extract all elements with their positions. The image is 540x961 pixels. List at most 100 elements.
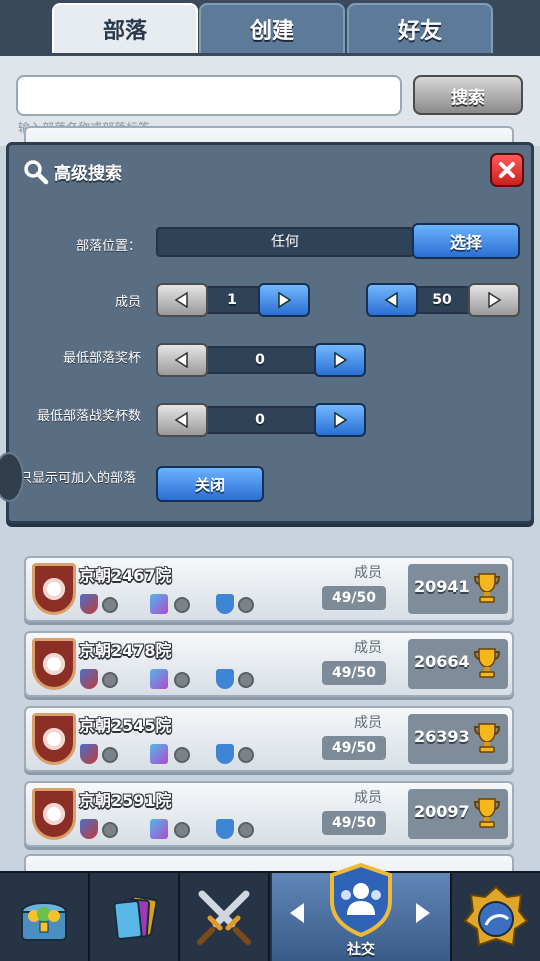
events-icon bbox=[463, 885, 529, 947]
arrow-right-icon bbox=[278, 291, 292, 309]
arrow-left-icon bbox=[384, 291, 398, 309]
trophy-box: 20941 bbox=[408, 564, 508, 614]
arrow-left-icon bbox=[174, 411, 188, 429]
clan-name: 京朝2591院 bbox=[79, 791, 172, 810]
min-war-trophies-value: 0 bbox=[255, 412, 265, 428]
friends-icon bbox=[216, 819, 234, 839]
cards-icon bbox=[113, 895, 158, 940]
members-max-decrease-button[interactable] bbox=[366, 283, 418, 317]
trophy-icon bbox=[474, 573, 500, 603]
trophy-icon bbox=[474, 648, 500, 678]
members-min-increase-button[interactable] bbox=[258, 283, 310, 317]
members-filter-label: 成员 bbox=[114, 295, 141, 310]
tab-friends[interactable]: 好友 bbox=[347, 3, 493, 53]
clan-card[interactable]: 京朝2591院 成员 49/50 20097 bbox=[24, 781, 514, 847]
status-dot-icon bbox=[102, 672, 118, 688]
min-war-trophies-decrease-button[interactable] bbox=[156, 403, 208, 437]
status-dot-icon bbox=[174, 672, 190, 688]
nav-cards[interactable] bbox=[90, 873, 180, 961]
location-label: 部落位置： bbox=[75, 239, 141, 254]
clan-trophies: 26393 bbox=[414, 727, 470, 746]
min-trophies-value: 0 bbox=[255, 352, 265, 368]
members-min-decrease-button[interactable] bbox=[156, 283, 208, 317]
members-min-stepper: 1 bbox=[156, 283, 310, 317]
search-button[interactable]: 搜索 bbox=[413, 75, 523, 115]
min-war-trophies-increase-button[interactable] bbox=[314, 403, 366, 437]
tab-clans[interactable]: 部落 bbox=[52, 3, 198, 53]
status-dot-icon bbox=[174, 597, 190, 613]
min-trophies-increase-button[interactable] bbox=[314, 343, 366, 377]
arrow-right-icon bbox=[488, 291, 502, 309]
min-trophies-label: 最低部落奖杯 bbox=[62, 351, 141, 366]
members-label: 成员 bbox=[354, 715, 382, 731]
members-max-stepper: 50 bbox=[366, 283, 520, 317]
top-tab-bar: 部落 创建 好友 bbox=[0, 0, 540, 56]
search-icon bbox=[24, 160, 49, 185]
min-war-trophies-label: 最低部落战奖杯数 bbox=[36, 409, 141, 424]
members-label: 成员 bbox=[354, 565, 382, 581]
members-min-value: 1 bbox=[227, 292, 237, 308]
location-field[interactable]: 任何 bbox=[156, 227, 414, 257]
trophy-box: 20097 bbox=[408, 789, 508, 839]
clan-card[interactable]: 京朝2478院 成员 49/50 20664 bbox=[24, 631, 514, 697]
joinable-only-toggle[interactable]: 关闭 bbox=[156, 466, 264, 502]
status-dot-icon bbox=[174, 747, 190, 763]
tab-create[interactable]: 创建 bbox=[199, 3, 345, 53]
advanced-search-title: 高级搜索 bbox=[54, 164, 122, 184]
clan-badges bbox=[80, 817, 260, 841]
clan-name: 京朝2467院 bbox=[79, 566, 172, 585]
nav-events[interactable] bbox=[450, 873, 540, 961]
members-label: 成员 bbox=[354, 640, 382, 656]
select-location-button[interactable]: 选择 bbox=[412, 223, 520, 259]
status-dot-icon bbox=[238, 822, 254, 838]
friends-icon bbox=[216, 669, 234, 689]
joinable-only-label: 只显示可加入的部落 bbox=[19, 471, 137, 486]
min-trophies-decrease-button[interactable] bbox=[156, 343, 208, 377]
war-icon bbox=[80, 819, 98, 839]
members-max-value: 50 bbox=[432, 292, 452, 308]
clan-trophies: 20097 bbox=[414, 802, 470, 821]
min-war-trophies-stepper: 0 bbox=[156, 403, 366, 437]
members-max-increase-button[interactable] bbox=[468, 283, 520, 317]
social-icon bbox=[330, 863, 392, 937]
arrow-left-icon bbox=[174, 291, 188, 309]
members-count: 49/50 bbox=[322, 736, 386, 760]
search-input[interactable] bbox=[16, 75, 402, 116]
nav-social-label: 社交 bbox=[347, 942, 375, 958]
war-icon bbox=[80, 744, 98, 764]
clan-trophies: 20664 bbox=[414, 652, 470, 671]
battle-swords-icon bbox=[197, 890, 251, 945]
cards-icon bbox=[150, 744, 168, 764]
nav-battle[interactable] bbox=[180, 873, 270, 961]
clan-name: 京朝2478院 bbox=[79, 641, 172, 660]
clan-badge-icon bbox=[32, 563, 76, 615]
clan-name: 京朝2545院 bbox=[79, 716, 172, 735]
clan-badge-icon bbox=[32, 788, 76, 840]
status-dot-icon bbox=[102, 822, 118, 838]
close-button[interactable] bbox=[490, 153, 524, 187]
members-label: 成员 bbox=[354, 790, 382, 806]
clan-badges bbox=[80, 592, 260, 616]
members-count: 49/50 bbox=[322, 811, 386, 835]
members-count: 49/50 bbox=[322, 586, 386, 610]
trophy-box: 20664 bbox=[408, 639, 508, 689]
close-icon bbox=[499, 162, 515, 178]
friends-icon bbox=[216, 594, 234, 614]
bottom-nav: 社交 bbox=[0, 863, 540, 961]
clan-badges bbox=[80, 742, 260, 766]
status-dot-icon bbox=[238, 597, 254, 613]
nav-social[interactable]: 社交 bbox=[272, 863, 450, 961]
chevron-left-icon[interactable] bbox=[290, 903, 304, 923]
status-dot-icon bbox=[238, 747, 254, 763]
war-icon bbox=[80, 669, 98, 689]
clan-badge-icon bbox=[32, 638, 76, 690]
nav-shop[interactable] bbox=[0, 873, 90, 961]
clan-card[interactable]: 京朝2467院 成员 49/50 20941 bbox=[24, 556, 514, 622]
clan-badge-icon bbox=[32, 713, 76, 765]
cards-icon bbox=[150, 819, 168, 839]
min-trophies-stepper: 0 bbox=[156, 343, 366, 377]
clan-card[interactable]: 京朝2545院 成员 49/50 26393 bbox=[24, 706, 514, 772]
chevron-right-icon[interactable] bbox=[416, 903, 430, 923]
status-dot-icon bbox=[102, 597, 118, 613]
arrow-right-icon bbox=[334, 351, 348, 369]
